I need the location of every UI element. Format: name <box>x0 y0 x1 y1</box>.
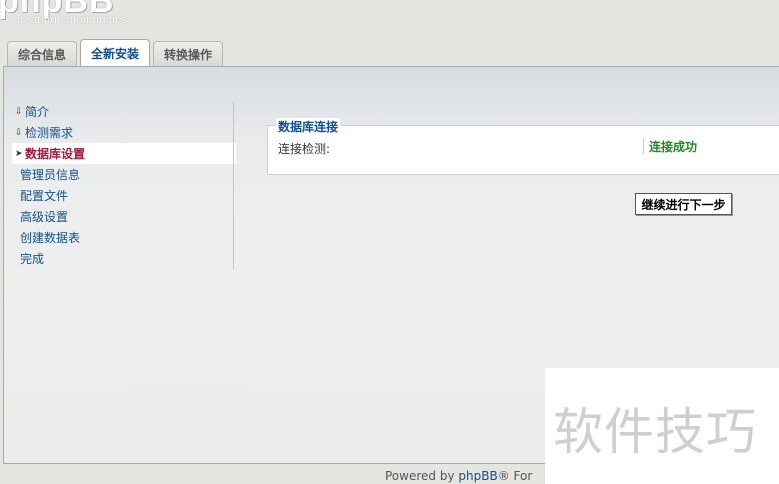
tab-overview[interactable]: 综合信息 <box>7 41 78 66</box>
check-arrow-icon: ⇩ <box>15 127 23 138</box>
install-tabs: 综合信息 全新安装 转换操作 <box>7 39 224 66</box>
step-admin[interactable]: 管理员信息 <box>12 164 236 185</box>
step-label: 数据库设置 <box>25 147 86 161</box>
step-label: 简介 <box>25 105 50 119</box>
phpbb-link[interactable]: phpBB <box>458 469 497 483</box>
step-requirements[interactable]: ⇩ 检测需求 <box>12 122 236 143</box>
step-label: 管理员信息 <box>20 168 81 182</box>
menu-divider <box>233 101 234 269</box>
watermark-overlay: 软件技巧 <box>545 368 779 484</box>
step-intro[interactable]: ⇩ 简介 <box>12 101 236 122</box>
step-label: 配置文件 <box>20 189 69 203</box>
next-step-button[interactable]: 继续进行下一步 <box>635 193 732 215</box>
install-steps-menu: ⇩ 简介 ⇩ 检测需求 ➤ 数据库设置 管理员信息 配置文件 高级设置 创建数据… <box>12 101 236 269</box>
connection-status: 连接成功 <box>649 140 698 154</box>
footer-prefix: Powered by <box>385 469 459 483</box>
step-create-tables[interactable]: 创建数据表 <box>12 227 236 248</box>
database-connection-fieldset: 数据库连接 连接检测: 连接成功 <box>267 118 779 175</box>
step-final[interactable]: 完成 <box>12 248 236 269</box>
step-label: 完成 <box>20 252 45 266</box>
step-label: 检测需求 <box>25 126 74 140</box>
step-label: 创建数据表 <box>20 231 81 245</box>
step-config-file[interactable]: 配置文件 <box>12 185 236 206</box>
step-advanced[interactable]: 高级设置 <box>12 206 236 227</box>
tab-convert[interactable]: 转换操作 <box>153 41 224 66</box>
footer: Powered by phpBB® For <box>385 469 532 483</box>
step-label: 高级设置 <box>20 210 69 224</box>
header: phpBB creating communities <box>0 0 779 40</box>
connection-test-label: 连接检测: <box>278 142 331 156</box>
footer-suffix: ® For <box>497 469 533 483</box>
logo-tagline: creating communities <box>14 14 128 26</box>
current-arrow-icon: ➤ <box>15 148 23 159</box>
check-arrow-icon: ⇩ <box>15 106 23 117</box>
step-database[interactable]: ➤ 数据库设置 <box>12 143 236 164</box>
tab-install[interactable]: 全新安装 <box>80 39 151 66</box>
fieldset-legend: 数据库连接 <box>276 118 341 135</box>
row-separator <box>643 138 644 154</box>
watermark-text: 软件技巧 <box>553 403 757 461</box>
